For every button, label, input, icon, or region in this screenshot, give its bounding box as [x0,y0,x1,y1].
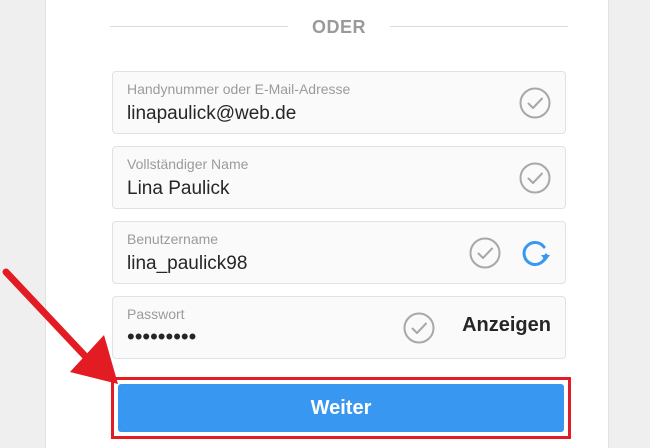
or-divider: ODER [110,14,568,44]
submit-highlight-frame: Weiter [111,377,571,439]
email-field[interactable]: Handynummer oder E-Mail-Adresse linapaul… [112,71,566,134]
email-field-value[interactable]: linapaulick@web.de [127,103,296,125]
check-icon [403,312,435,344]
show-password-button[interactable]: Anzeigen [462,314,551,337]
email-field-label: Handynummer oder E-Mail-Adresse [127,81,351,97]
check-icon [519,87,551,119]
submit-button[interactable]: Weiter [118,384,564,432]
password-field[interactable]: Passwort ••••••••• Anzeigen [112,296,566,359]
username-field[interactable]: Benutzername lina_paulick98 [112,221,566,284]
password-field-value[interactable]: ••••••••• [127,324,196,350]
signup-page: ODER Handynummer oder E-Mail-Adresse lin… [0,0,650,448]
check-icon [469,237,501,269]
username-field-label: Benutzername [127,231,219,247]
full-name-field-label: Vollständiger Name [127,156,249,172]
full-name-field[interactable]: Vollständiger Name Lina Paulick [112,146,566,209]
username-field-value[interactable]: lina_paulick98 [127,253,247,275]
check-icon [519,162,551,194]
divider-line-right [390,26,568,27]
refresh-icon[interactable] [517,235,553,271]
annotation-arrow-icon [2,268,118,384]
full-name-field-value[interactable]: Lina Paulick [127,178,229,200]
password-field-label: Passwort [127,306,185,322]
divider-text: ODER [311,17,366,37]
